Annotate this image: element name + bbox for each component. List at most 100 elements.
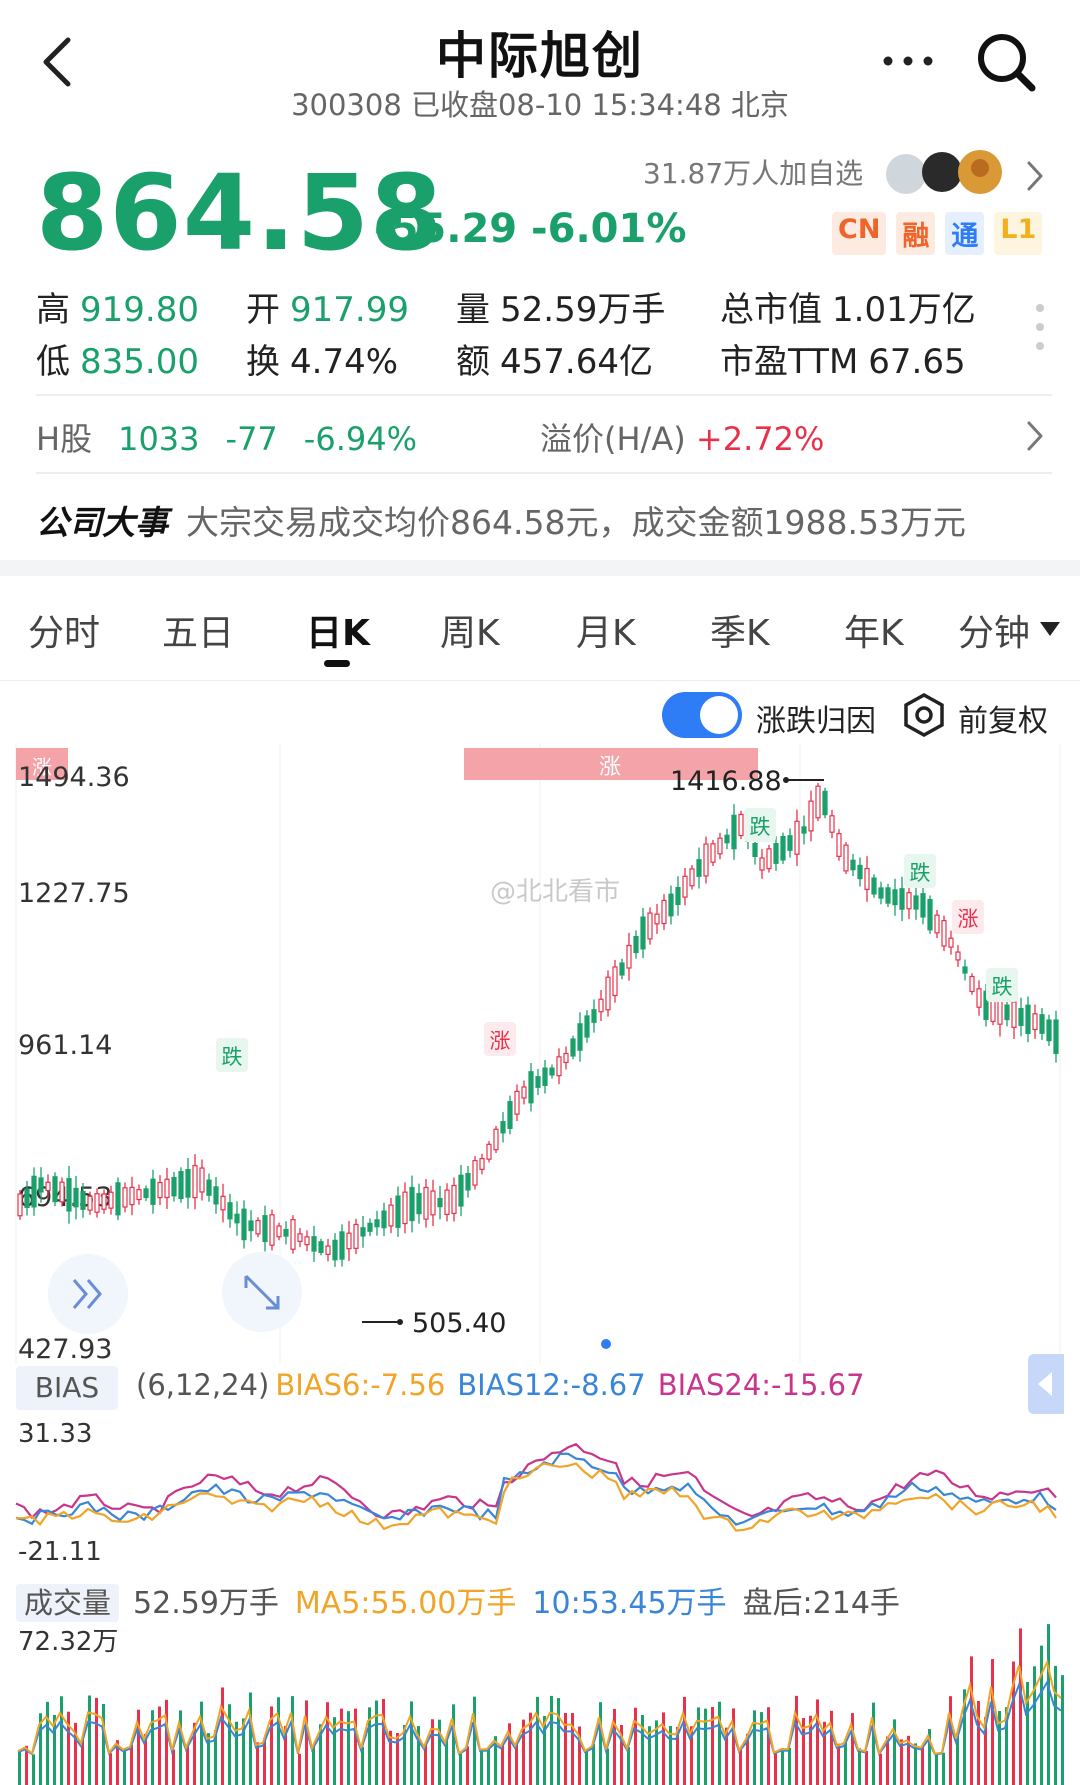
- tab-five-day[interactable]: 五日: [162, 604, 234, 656]
- bias12-line: [15, 1452, 1057, 1526]
- candle-body: [157, 1181, 163, 1199]
- candle-body: [654, 913, 660, 925]
- period-tabs: 分时 五日 日K 周K 月K 季K 年K 分钟: [0, 596, 1080, 676]
- volume-chart[interactable]: 72.32万: [0, 1620, 1080, 1785]
- h-share-row[interactable]: H股 1033 -77 -6.94%: [36, 414, 443, 460]
- company-event[interactable]: 公司大事 大宗交易成交均价864.58元，成交金额1988.53万元: [36, 496, 966, 544]
- stat-amount: 额 457.64亿: [456, 334, 653, 383]
- tag-down-3[interactable]: 跌: [904, 854, 936, 888]
- tag-up-2-text: 涨: [958, 907, 979, 931]
- h-a-premium[interactable]: 溢价(H/A) +2.72%: [540, 414, 824, 460]
- tab-intraday[interactable]: 分时: [28, 604, 100, 656]
- volume-ma10: 10:53.45万手: [532, 1586, 727, 1621]
- indicator-selector[interactable]: BIAS: [16, 1366, 118, 1410]
- volume-bar: [606, 1748, 609, 1785]
- volume-bar: [382, 1698, 385, 1785]
- candle-body: [1039, 1014, 1045, 1034]
- tab-minute[interactable]: 分钟: [958, 604, 1030, 656]
- attribution-toggle[interactable]: [662, 692, 742, 738]
- candle-body: [24, 1188, 30, 1209]
- volume-ma5: MA5:55.00万手: [294, 1586, 517, 1621]
- tab-yearly-k[interactable]: 年K: [844, 604, 904, 656]
- tab-daily-k[interactable]: 日K: [306, 604, 370, 656]
- volume-bar: [592, 1744, 595, 1785]
- stat-amount-label: 额: [456, 342, 490, 382]
- watcher-avatars[interactable]: [884, 148, 1008, 196]
- volume-legend: 成交量 52.59万手 MA5:55.00万手 10:53.45万手 盘后:214手: [16, 1578, 916, 1622]
- more-horizontal-icon[interactable]: [880, 46, 936, 76]
- volume-bar: [774, 1752, 777, 1785]
- badge-connect[interactable]: 通: [945, 212, 985, 255]
- candle-body: [227, 1202, 233, 1220]
- volume-bar: [95, 1697, 98, 1785]
- volume-bar: [186, 1746, 189, 1785]
- scroll-left-button[interactable]: [48, 1254, 128, 1334]
- tag-up-2[interactable]: 涨: [952, 900, 984, 934]
- section-gap: [0, 560, 1080, 576]
- volume-selector[interactable]: 成交量: [16, 1584, 120, 1622]
- side-panel-handle[interactable]: [1028, 1354, 1064, 1414]
- volume-bar: [172, 1749, 175, 1785]
- volume-bar: [60, 1696, 63, 1785]
- volume-bar: [354, 1708, 357, 1785]
- candle-body: [612, 966, 618, 997]
- stat-open: 开 917.99: [246, 282, 409, 331]
- candle-body: [822, 790, 828, 816]
- volume-bar: [102, 1704, 105, 1785]
- candle-body: [262, 1215, 268, 1243]
- candle-body: [535, 1076, 541, 1088]
- caret-down-icon[interactable]: [1040, 622, 1060, 636]
- volume-bar: [256, 1742, 259, 1785]
- volume-bar: [858, 1748, 861, 1785]
- candle-body: [577, 1023, 583, 1051]
- adjust-settings-icon[interactable]: [902, 692, 946, 738]
- candle-body: [444, 1189, 450, 1215]
- search-icon[interactable]: [974, 30, 1038, 94]
- premium-value: +2.72%: [695, 420, 825, 458]
- stat-volume-value: 52.59万手: [500, 290, 666, 330]
- candlestick-chart[interactable]: 涨 涨 1494.36 1227.75 961.14 694.53 427.93…: [0, 744, 1080, 1364]
- candle-body: [1053, 1019, 1059, 1055]
- volume-bar: [739, 1749, 742, 1785]
- candle-body: [752, 843, 758, 857]
- tag-up-1[interactable]: 涨: [484, 1022, 516, 1056]
- candle-body: [255, 1219, 261, 1235]
- candle-body: [955, 951, 961, 961]
- badge-cn[interactable]: CN: [832, 212, 887, 255]
- volume-bar: [123, 1748, 126, 1785]
- candle-body: [647, 912, 653, 940]
- badge-level1[interactable]: L1: [994, 212, 1043, 255]
- tab-quarterly-k[interactable]: 季K: [710, 604, 770, 656]
- stat-amount-value: 457.64亿: [500, 342, 653, 382]
- chevron-right-icon[interactable]: [1024, 418, 1046, 454]
- bias-chart[interactable]: 31.33 -21.11: [0, 1412, 1080, 1564]
- expand-chart-button[interactable]: [222, 1252, 302, 1332]
- low-price-label: 505.40: [412, 1308, 506, 1339]
- h-share-pct: -6.94%: [303, 420, 417, 458]
- price-adjust-label[interactable]: 前复权: [958, 696, 1048, 740]
- stat-mcap-value: 1.01万亿: [832, 290, 976, 330]
- candle-body: [584, 1015, 590, 1038]
- candle-body: [304, 1236, 310, 1246]
- chevron-right-icon[interactable]: [1024, 158, 1046, 194]
- more-vertical-icon[interactable]: [1032, 302, 1048, 352]
- volume-bar: [536, 1696, 539, 1785]
- watchlist-count[interactable]: 31.87万人加自选: [643, 152, 863, 192]
- tab-weekly-k[interactable]: 周K: [440, 604, 500, 656]
- stat-high: 高 919.80: [36, 282, 199, 331]
- candle-body: [325, 1245, 331, 1256]
- tag-down-2-text: 跌: [750, 815, 771, 839]
- stat-high-value: 919.80: [80, 290, 199, 330]
- candle-body: [661, 899, 667, 925]
- tag-down-2[interactable]: 跌: [744, 808, 776, 842]
- stat-pe-label: 市盈TTM: [720, 342, 859, 382]
- volume-bar: [977, 1700, 980, 1785]
- badge-margin[interactable]: 融: [896, 212, 936, 255]
- candle-body: [570, 1038, 576, 1057]
- tag-down-1[interactable]: 跌: [216, 1038, 248, 1072]
- tag-down-4[interactable]: 跌: [986, 968, 1018, 1002]
- tab-monthly-k[interactable]: 月K: [576, 604, 636, 656]
- stat-open-value: 917.99: [290, 290, 409, 330]
- candle-body: [388, 1204, 394, 1227]
- volume-bar: [18, 1750, 21, 1785]
